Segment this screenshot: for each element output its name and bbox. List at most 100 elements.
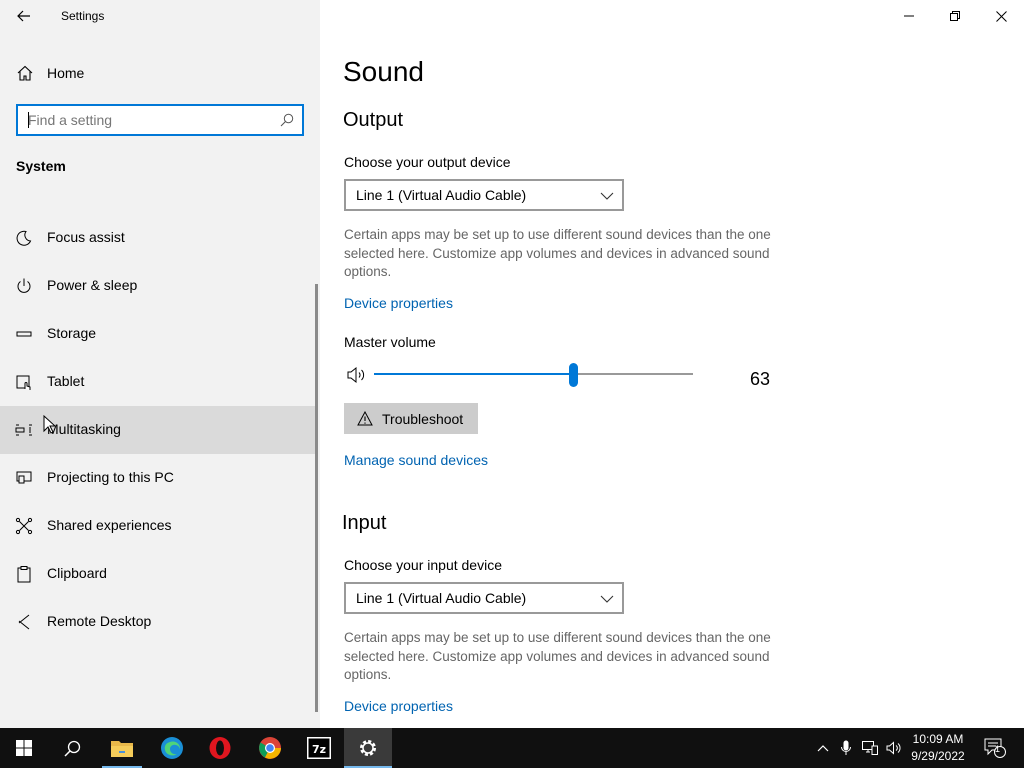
tablet-icon xyxy=(16,375,31,390)
home-icon xyxy=(17,65,33,81)
sidebar-scrollbar[interactable] xyxy=(315,284,318,712)
chevron-down-icon xyxy=(600,192,614,200)
titlebar: Settings xyxy=(0,0,320,32)
input-device-value: Line 1 (Virtual Audio Cable) xyxy=(356,590,527,606)
volume-slider-filled[interactable] xyxy=(374,373,574,375)
search-input[interactable] xyxy=(18,106,274,134)
settings-sidebar: Settings Home System Focus assist Power … xyxy=(0,0,320,728)
remote-desktop-icon xyxy=(18,614,30,630)
folder-icon xyxy=(111,741,133,757)
opera-icon xyxy=(209,737,231,759)
sidebar-item-label: Remote Desktop xyxy=(47,613,152,629)
sidebar-item-remote-desktop[interactable]: Remote Desktop xyxy=(0,598,316,646)
sidebar-item-power-sleep[interactable]: Power & sleep xyxy=(0,262,316,310)
back-arrow-icon xyxy=(17,10,30,22)
sidebar-item-focus-assist[interactable]: Focus assist xyxy=(0,214,316,262)
input-device-label: Choose your input device xyxy=(344,557,502,573)
manage-sound-devices-link[interactable]: Manage sound devices xyxy=(344,452,488,468)
sound-settings-page: Sound Output Choose your output device L… xyxy=(320,0,1024,728)
input-heading: Input xyxy=(342,512,387,534)
windows-logo-icon xyxy=(16,740,32,756)
settings-taskbar-button[interactable] xyxy=(344,728,392,768)
chrome-icon xyxy=(259,737,281,759)
close-button[interactable] xyxy=(978,0,1024,32)
sidebar-item-label: Projecting to this PC xyxy=(47,469,174,485)
edge-taskbar-button[interactable] xyxy=(148,728,196,768)
taskbar-clock[interactable]: 10:09 AM 9/29/2022 xyxy=(904,731,972,765)
input-device-dropdown[interactable]: Line 1 (Virtual Audio Cable) xyxy=(344,582,624,614)
action-center-button[interactable]: 1 xyxy=(980,728,1010,768)
shared-experiences-icon xyxy=(15,517,33,535)
troubleshoot-button[interactable]: Troubleshoot xyxy=(344,403,478,434)
opera-taskbar-button[interactable] xyxy=(196,728,244,768)
master-volume-label: Master volume xyxy=(344,334,436,350)
restore-icon xyxy=(950,11,960,21)
speaker-icon[interactable] xyxy=(346,366,366,384)
microphone-tray-button[interactable] xyxy=(836,728,856,768)
sidebar-item-label: Focus assist xyxy=(47,229,125,245)
chrome-taskbar-button[interactable] xyxy=(246,728,294,768)
sidebar-item-home[interactable]: Home xyxy=(0,52,320,94)
edge-icon xyxy=(161,737,183,759)
multitasking-icon xyxy=(15,424,32,436)
clock-date: 9/29/2022 xyxy=(911,749,965,763)
show-hidden-icons-button[interactable] xyxy=(812,728,834,768)
restore-button[interactable] xyxy=(932,0,978,32)
microphone-icon xyxy=(841,740,851,755)
sidebar-item-label: Multitasking xyxy=(47,421,121,437)
app-title: Settings xyxy=(61,9,105,23)
input-device-properties-link[interactable]: Device properties xyxy=(344,698,453,714)
close-icon xyxy=(995,10,1007,22)
search-taskbar-button[interactable] xyxy=(48,728,96,768)
sidebar-item-shared-experiences[interactable]: Shared experiences xyxy=(0,502,316,550)
chevron-down-icon xyxy=(600,595,614,603)
page-title: Sound xyxy=(343,56,424,87)
text-cursor xyxy=(28,112,29,128)
svg-text:7z: 7z xyxy=(312,743,326,756)
7zip-taskbar-button[interactable]: 7z xyxy=(295,728,343,768)
section-title: System xyxy=(16,158,66,174)
sidebar-item-label: Power & sleep xyxy=(47,277,138,293)
moon-icon xyxy=(16,230,32,246)
volume-slider-track[interactable] xyxy=(574,373,693,375)
volume-value: 63 xyxy=(750,369,771,389)
file-explorer-taskbar-button[interactable] xyxy=(98,728,146,768)
search-icon xyxy=(63,740,80,757)
7zip-icon: 7z xyxy=(307,737,331,759)
volume-slider-thumb[interactable] xyxy=(569,363,578,387)
chevron-up-icon xyxy=(817,745,829,752)
output-device-value: Line 1 (Virtual Audio Cable) xyxy=(356,187,527,203)
clock-time: 10:09 AM xyxy=(912,732,964,746)
minimize-button[interactable] xyxy=(886,0,932,32)
notification-count: 1 xyxy=(995,744,1001,754)
sidebar-item-storage[interactable]: Storage xyxy=(0,310,316,358)
mouse-cursor-icon xyxy=(43,415,55,434)
projecting-icon xyxy=(16,471,32,484)
sidebar-item-label: Clipboard xyxy=(47,565,107,581)
output-device-properties-link[interactable]: Device properties xyxy=(344,295,453,311)
volume-tray-button[interactable] xyxy=(883,728,905,768)
search-icon xyxy=(280,113,294,127)
sidebar-item-label: Home xyxy=(47,65,85,81)
gear-icon xyxy=(360,740,376,756)
input-description: Certain apps may be set up to use differ… xyxy=(344,630,771,682)
search-box[interactable] xyxy=(16,104,304,136)
sidebar-item-label: Storage xyxy=(47,325,97,341)
sidebar-item-tablet[interactable]: Tablet xyxy=(0,358,316,406)
network-tray-button[interactable] xyxy=(858,728,882,768)
network-icon xyxy=(862,741,878,755)
back-button[interactable] xyxy=(8,0,40,32)
power-icon xyxy=(17,278,31,293)
sidebar-item-projecting[interactable]: Projecting to this PC xyxy=(0,454,316,502)
sidebar-item-clipboard[interactable]: Clipboard xyxy=(0,550,316,598)
output-heading: Output xyxy=(343,109,404,131)
taskbar: 7z 10:09 AM 9/29/2022 1 xyxy=(0,728,1024,768)
minimize-icon xyxy=(904,15,914,17)
window-controls xyxy=(886,0,1024,32)
clipboard-icon xyxy=(17,566,31,583)
output-device-dropdown[interactable]: Line 1 (Virtual Audio Cable) xyxy=(344,179,624,211)
sidebar-item-label: Tablet xyxy=(47,373,85,389)
storage-icon xyxy=(16,331,32,337)
output-description: Certain apps may be set up to use differ… xyxy=(344,227,771,279)
start-button[interactable] xyxy=(0,728,48,768)
